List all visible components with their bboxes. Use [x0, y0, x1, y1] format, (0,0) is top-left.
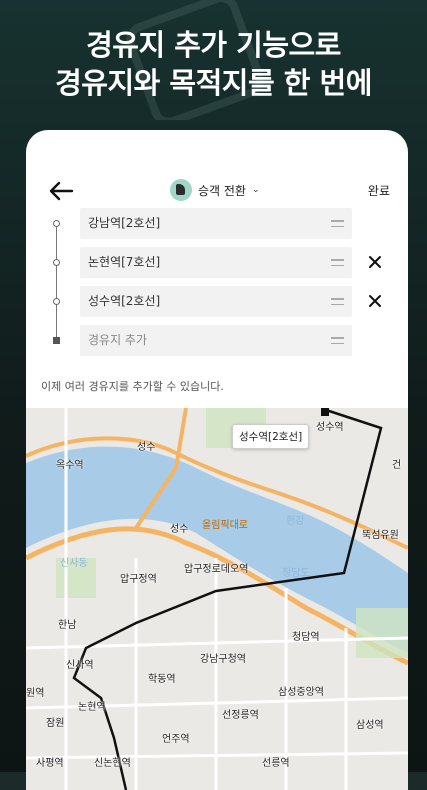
map-label-oksu: 옥수역 [56, 460, 84, 471]
map-label-sinnonhyeon: 신논현역 [94, 758, 131, 769]
map-river-label: 한강 [286, 516, 305, 527]
stop-row-add: 경유지 추가 [26, 325, 408, 356]
passenger-switch-button[interactable]: 승객 전환 ⌄ [170, 177, 260, 203]
waypoint-2-label: 성수역[2호선] [88, 294, 161, 308]
map-label-cheongdam-dong: 청담도 [282, 568, 310, 579]
avatar [170, 179, 192, 201]
map-label-nonhyeon: 논현역 [78, 702, 106, 713]
stop-row-waypoint-2: 성수역[2호선] [26, 286, 408, 317]
map-callout: 성수역[2호선] [232, 424, 310, 449]
close-icon[interactable] [366, 253, 384, 271]
headline-line2: 경유지와 목적지를 한 번에 [55, 66, 372, 100]
stop-row-origin: 강남역[2호선] [26, 208, 408, 239]
close-icon[interactable] [366, 292, 384, 310]
drag-handle-icon[interactable] [331, 336, 344, 345]
map-label-unjuro: 언주역 [162, 734, 190, 745]
map-label-gangnamgu-office: 강남구청역 [200, 654, 246, 665]
destination-square-icon [53, 337, 60, 344]
top-bar: 승객 전환 ⌄ 완료 [26, 170, 408, 210]
drag-handle-icon[interactable] [331, 219, 344, 228]
origin-dot-icon [53, 220, 60, 227]
add-stop-field[interactable]: 경유지 추가 [80, 325, 352, 356]
map-label-jamwon: 잠원 [46, 718, 65, 729]
map-label-hakdong: 학동역 [148, 674, 176, 685]
headline: 경유지 추가 기능으로 경유지와 목적지를 한 번에 [0, 26, 427, 102]
map-label-sinsa: 신사역 [66, 660, 94, 671]
passenger-switch-label: 승객 전환 [198, 183, 246, 198]
waypoint-1-label: 논현역[7호선] [88, 255, 161, 269]
map-label-seongsu-station: 성수역 [316, 422, 344, 433]
origin-label: 강남역[2호선] [88, 216, 161, 230]
stop-row-waypoint-1: 논현역[7호선] [26, 247, 408, 278]
chevron-down-icon: ⌄ [251, 185, 260, 195]
map-label-sapyeong: 사평역 [36, 758, 64, 769]
headline-line1: 경유지 추가 기능으로 [86, 28, 341, 62]
phone-screen: 승객 전환 ⌄ 완료 강남역[2호선] 논현역[7호선] 성수역[2호선] 경유… [26, 130, 408, 790]
map-label-seongsu-ic: 성수 [170, 524, 189, 535]
waypoint-dot-icon [53, 259, 60, 266]
map-view[interactable]: 성수역[2호선] 성수 옥수역 성수 압구정역 압구정로데오역 한남 신사역 학… [26, 408, 408, 790]
waypoint-2-field[interactable]: 성수역[2호선] [80, 286, 352, 317]
map-label-gun: 건 [392, 460, 402, 471]
origin-field[interactable]: 강남역[2호선] [80, 208, 352, 239]
drag-handle-icon[interactable] [331, 258, 344, 267]
park-area [356, 608, 408, 658]
done-button[interactable]: 완료 [368, 182, 390, 199]
map-label-apgujeong-rodeo: 압구정로데오역 [184, 564, 249, 575]
map-road-label: 올림픽대로 [202, 520, 248, 531]
map-label-sinsa-dong: 신사동 [60, 558, 88, 569]
map-label-samseong: 삼성역 [356, 720, 384, 731]
back-arrow-icon[interactable] [48, 180, 74, 202]
add-stop-placeholder: 경유지 추가 [88, 333, 148, 347]
map-label-seonjeongneung: 선정릉역 [222, 710, 259, 721]
map-label-seongsu-top: 성수 [137, 442, 156, 453]
map-label-cheongdam: 청담역 [292, 632, 320, 643]
destination-marker-icon [321, 408, 329, 416]
drag-handle-icon[interactable] [331, 297, 344, 306]
map-label-apgujeong: 압구정역 [120, 574, 157, 585]
map-label-hannam: 한남 [58, 620, 77, 631]
map-label-seolleung: 선릉역 [262, 758, 290, 769]
map-label-ttukseom: 뚝섬유원 [362, 530, 399, 541]
waypoint-1-field[interactable]: 논현역[7호선] [80, 247, 352, 278]
map-label-won: 원역 [26, 688, 45, 699]
hint-text: 이제 여러 경유지를 추가할 수 있습니다. [41, 380, 224, 393]
waypoint-dot-icon [53, 298, 60, 305]
map-label-samseong-jungang: 삼성중앙역 [278, 687, 324, 698]
